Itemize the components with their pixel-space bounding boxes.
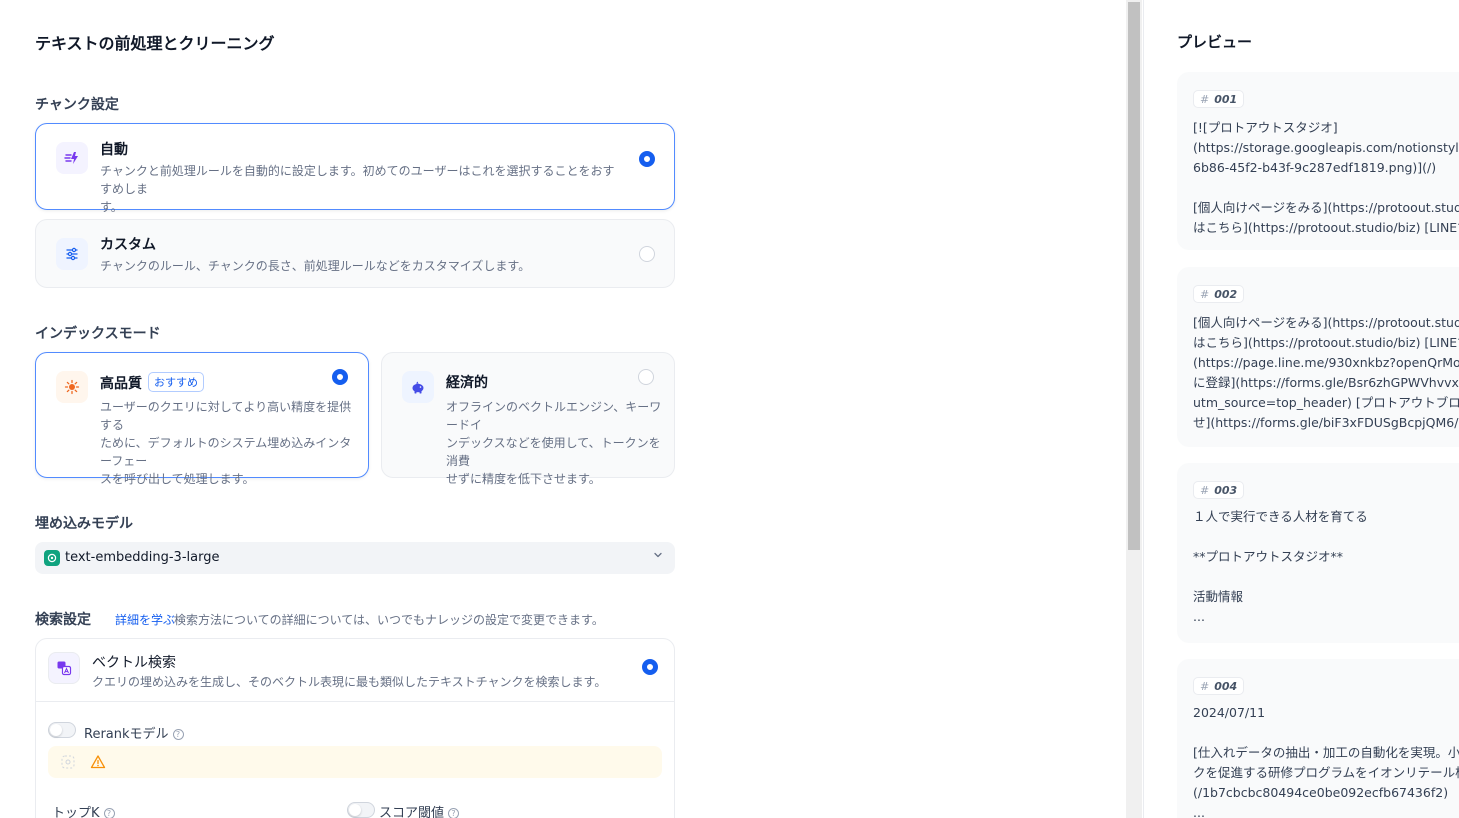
page: テキストの前処理とクリーニング チャンク設定 自動 チャンクと前処理ルールを自動… <box>0 0 1459 818</box>
index-mode-high-quality-title: 高品質 おすすめ <box>100 372 204 393</box>
warning-icon <box>90 754 106 774</box>
hash-icon: # <box>1200 483 1210 497</box>
sliders-icon <box>56 238 88 270</box>
flash-icon <box>56 142 88 174</box>
preview-chunk: #003 １人で実行できる人材を育てる **プロトアウトスタジオ** 活動情報 … <box>1177 463 1459 643</box>
learn-more-link[interactable]: 詳細を学ぶ <box>115 611 175 628</box>
top-k-label-text: トップK <box>52 806 100 818</box>
chunk-mode-auto-card[interactable]: 自動 チャンクと前処理ルールを自動的に設定します。初めてのユーザーはこれを選択す… <box>35 123 675 214</box>
score-threshold-label-text: スコア閾値 <box>379 806 445 818</box>
openai-icon <box>44 550 60 566</box>
chunk-mode-custom-title: カスタム <box>100 237 156 253</box>
chunk-mode-auto-title: 自動 <box>100 142 128 158</box>
index-mode-label: インデックスモード <box>35 326 161 342</box>
embedding-model-select[interactable]: text-embedding-3-large <box>35 542 675 574</box>
chunk-number-tag: #004 <box>1193 677 1245 695</box>
rerank-toggle[interactable] <box>48 722 76 738</box>
rerank-warning <box>48 746 662 778</box>
retrieval-description: 検索方法についての詳細については、いつでもナレッジの設定で変更できます。 <box>174 613 604 627</box>
vector-search-description: クエリの埋め込みを生成し、そのベクトル表現に最も類似したテキストチャンクを検索し… <box>92 675 607 689</box>
preview-title: プレビュー <box>1177 33 1253 51</box>
top-k-label: トップK? <box>52 802 115 818</box>
preview-chunk: #002 [個人向けページをみる](https://protoout.studi… <box>1177 267 1459 447</box>
index-mode-economy-title: 経済的 <box>446 375 488 391</box>
score-threshold-label: スコア閾値? <box>379 802 460 818</box>
model-placeholder-icon <box>60 754 76 774</box>
scrollbar-thumb[interactable] <box>1128 2 1140 550</box>
chunk-number: 001 <box>1214 92 1238 106</box>
rerank-label-text: Rerankモデル <box>84 727 169 742</box>
chunk-text: １人で実行できる人材を育てる **プロトアウトスタジオ** 活動情報 ... <box>1193 509 1368 624</box>
chunk-number-tag: #002 <box>1193 285 1245 303</box>
index-mode-economy-description: オフラインのベクトルエンジン、キーワードイ ンデックスなどを使用して、トークンを… <box>446 400 662 486</box>
chunk-mode-auto-radio[interactable] <box>639 151 655 167</box>
chevron-down-icon <box>653 549 663 563</box>
page-title: テキストの前処理とクリーニング <box>35 34 275 53</box>
chunk-text: 2024/07/11 [仕入れデータの抽出・加工の自動化を実現。小 クを促進する… <box>1193 705 1459 818</box>
chunk-text: [![プロトアウトスタジオ] (https://storage.googleap… <box>1193 120 1459 235</box>
vector-search-title: ベクトル検索 <box>92 655 176 671</box>
vector-search-icon <box>48 652 80 684</box>
preview-chunk: #004 2024/07/11 [仕入れデータの抽出・加工の自動化を実現。小 ク… <box>1177 659 1459 818</box>
embedding-model-label: 埋め込みモデル <box>35 516 133 532</box>
chunk-number-tag: #001 <box>1193 90 1245 108</box>
hash-icon: # <box>1200 679 1210 693</box>
divider <box>36 701 674 702</box>
index-mode-high-quality-card[interactable]: 高品質 おすすめ ユーザーのクエリに対してより高い精度を提供する ために、デフォル… <box>35 352 369 486</box>
chunk-number: 002 <box>1214 287 1238 301</box>
embedding-model-name: text-embedding-3-large <box>65 550 220 565</box>
retrieval-settings-label: 検索設定 <box>35 612 91 628</box>
chunk-mode-custom-description: チャンクのルール、チャンクの長さ、前処理ルールなどをカスタマイズします。 <box>100 259 531 273</box>
preview-panel: プレビュー #001 [![プロトアウトスタジオ] (https://stora… <box>1143 0 1459 818</box>
settings-panel: テキストの前処理とクリーニング チャンク設定 自動 チャンクと前処理ルールを自動… <box>0 0 1126 818</box>
chunk-number-tag: #003 <box>1193 481 1245 499</box>
index-mode-economy-card[interactable]: 経済的 オフラインのベクトルエンジン、キーワードイ ンデックスなどを使用して、ト… <box>381 352 675 486</box>
hash-icon: # <box>1200 287 1210 301</box>
chunk-text: [個人向けページをみる](https://protoout.studio はこち… <box>1193 315 1459 430</box>
help-icon[interactable]: ? <box>172 729 184 740</box>
rerank-label: Rerankモデル? <box>84 723 184 742</box>
chunk-mode-auto-description: チャンクと前処理ルールを自動的に設定します。初めてのユーザーはこれを選択すること… <box>100 164 615 214</box>
index-mode-high-quality-radio[interactable] <box>332 369 348 385</box>
index-mode-high-quality-description: ユーザーのクエリに対してより高い精度を提供する ために、デフォルトのシステム埋め… <box>100 400 352 486</box>
score-threshold-toggle[interactable] <box>347 802 375 818</box>
hash-icon: # <box>1200 92 1210 106</box>
chunk-settings-label: チャンク設定 <box>35 97 119 113</box>
chunk-number: 003 <box>1214 483 1238 497</box>
chunk-mode-custom-card[interactable]: カスタム チャンクのルール、チャンクの長さ、前処理ルールなどをカスタマイズします… <box>35 219 675 288</box>
help-icon[interactable]: ? <box>448 808 460 818</box>
chunk-mode-custom-radio[interactable] <box>639 246 655 262</box>
piggy-bank-icon <box>402 371 434 403</box>
help-icon[interactable]: ? <box>103 808 115 818</box>
sun-icon <box>56 371 88 403</box>
preview-chunk: #001 [![プロトアウトスタジオ] (https://storage.goo… <box>1177 72 1459 250</box>
index-mode-high-quality-name: 高品質 <box>100 376 142 392</box>
vector-search-card[interactable]: ベクトル検索 クエリの埋め込みを生成し、そのベクトル表現に最も類似したテキストチ… <box>35 638 675 818</box>
chunk-number: 004 <box>1214 679 1238 693</box>
vector-search-radio[interactable] <box>642 659 658 675</box>
index-mode-economy-radio[interactable] <box>638 369 654 385</box>
recommended-badge: おすすめ <box>148 372 204 392</box>
